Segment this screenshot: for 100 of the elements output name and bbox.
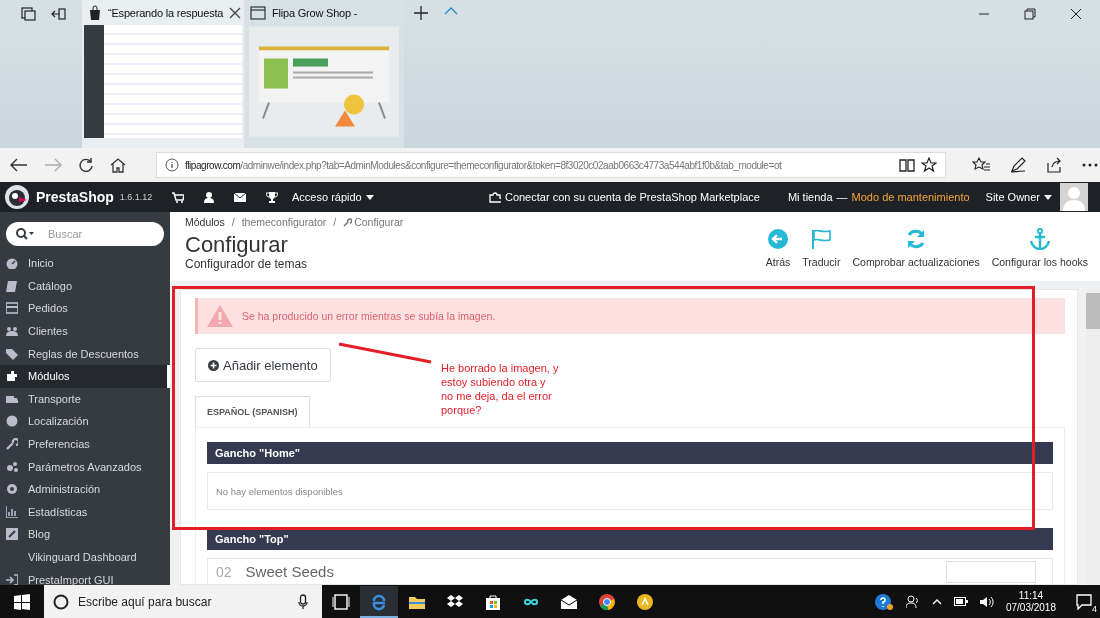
info-icon xyxy=(165,158,179,172)
user-menu[interactable]: Site Owner xyxy=(985,191,1052,203)
new-tab-icon[interactable] xyxy=(414,6,428,20)
sidebar-item[interactable]: Blog xyxy=(0,523,170,546)
sidebar-item[interactable]: Catálogo xyxy=(0,274,170,298)
alert-message: Se ha producido un error mientras se subía la imagen. xyxy=(242,310,496,322)
clock-time: 11:14 xyxy=(1018,589,1044,602)
sidebar-item[interactable]: Clientes xyxy=(0,319,170,343)
users-icon xyxy=(6,325,18,338)
tag-icon xyxy=(6,347,18,360)
microphone-icon xyxy=(298,594,308,610)
browser-e-icon[interactable] xyxy=(360,585,398,618)
windows-logo-icon[interactable] xyxy=(14,593,30,610)
speaker-icon[interactable] xyxy=(979,595,994,608)
trophy-icon[interactable] xyxy=(266,191,278,203)
sidebar-item[interactable]: Reglas de Descuentos xyxy=(0,342,170,365)
page-subtitle: Configurador de temas xyxy=(185,257,309,271)
item-number: 02 xyxy=(216,564,232,580)
sign-in-icon xyxy=(6,573,18,585)
share-icon[interactable] xyxy=(1046,157,1062,173)
edit-icon xyxy=(6,528,18,541)
version-label: 1.6.1.12 xyxy=(119,192,153,202)
address-bar[interactable]: flipagrow.com/adminwe/index.php?tab=AdminModules&configure=themeconfigurator&token=8f3020c02aab0663c4773a544abf1f0b&tab_module=ot xyxy=(156,152,946,178)
toolbar-button[interactable]: Atrás xyxy=(765,228,791,268)
sidebar-item[interactable]: Inicio xyxy=(0,252,170,275)
envelope-icon[interactable] xyxy=(234,192,246,202)
back-arrow-icon[interactable] xyxy=(10,158,28,172)
pen-icon[interactable] xyxy=(1010,157,1026,173)
breadcrumb-link[interactable]: Configurar xyxy=(343,216,404,228)
cart-icon[interactable] xyxy=(172,191,184,203)
url-text: flipagrow.com/adminwe/index.php?tab=AdminModules&configure=themeconfigurator&token=8f3020c02aab0663c4773a544abf1f0b&tab_module=ot xyxy=(185,159,783,171)
shop-name: Mi tienda xyxy=(787,191,833,203)
restore-icon[interactable] xyxy=(1024,8,1036,20)
quick-access-menu[interactable]: Acceso rápido xyxy=(292,191,374,203)
tab-back-icon[interactable] xyxy=(50,6,66,22)
close-icon[interactable] xyxy=(229,6,242,19)
language-tab[interactable]: ESPAÑOL (SPANISH) xyxy=(195,396,310,427)
sidebar-item[interactable]: Administración xyxy=(0,477,170,501)
notification-count: 4 xyxy=(1092,603,1097,614)
sidebar-item[interactable]: Vikinguard Dashboard xyxy=(0,545,170,569)
close-icon[interactable] xyxy=(1070,8,1082,20)
item-name: Sweet Seeds xyxy=(245,564,334,580)
gears-icon xyxy=(6,460,18,473)
plus-circle-icon xyxy=(208,359,219,371)
bar-chart-icon xyxy=(6,505,18,518)
toolbar-button[interactable]: Configurar los hooks xyxy=(991,228,1088,268)
chat-bubble-icon xyxy=(1076,593,1092,610)
clock[interactable]: 11:14 07/03/2018 xyxy=(1005,589,1056,614)
scrollbar[interactable] xyxy=(1086,289,1100,585)
toolbar-button[interactable]: Comprobar actualizaciones xyxy=(852,228,980,268)
page-title: Configurar xyxy=(185,233,289,257)
marketplace-link[interactable]: Conectar con su cuenta de PrestaShop Marketplace xyxy=(488,191,760,203)
taskbar-search-field[interactable]: Escribe aquí para buscar xyxy=(44,585,322,618)
logo-text: PrestaShop xyxy=(36,189,114,205)
hook-header: Gancho "Home" xyxy=(207,442,1053,464)
puzzle-icon xyxy=(488,191,501,203)
clock-date: 07/03/2018 xyxy=(1005,601,1056,614)
back-circle-icon xyxy=(767,228,790,250)
sidebar-item[interactable]: Localización xyxy=(0,410,170,433)
sidebar-item[interactable]: Parámetros Avanzados xyxy=(0,455,170,478)
window-icon xyxy=(250,5,266,20)
home-icon[interactable] xyxy=(110,157,126,173)
sidebar-item[interactable]: Estadísticas xyxy=(0,500,170,524)
sidebar-item[interactable]: PrestaImport GUI xyxy=(0,568,170,585)
favorites-icon[interactable] xyxy=(972,157,990,173)
wrench-icon xyxy=(343,217,353,227)
card-icon xyxy=(6,302,18,315)
toolbar-button[interactable]: Traducir xyxy=(802,228,841,268)
sidebar-item[interactable]: Transporte xyxy=(0,387,170,411)
tab-title: “Esperando la respuesta xyxy=(108,6,224,19)
hook-header: Gancho "Top" xyxy=(207,528,1053,550)
more-icon[interactable] xyxy=(1082,163,1098,167)
anchor-icon xyxy=(1028,228,1051,250)
sidebar-item[interactable]: Preferencias xyxy=(0,432,170,456)
sidebar-item[interactable]: Pedidos xyxy=(0,297,170,320)
user-icon[interactable] xyxy=(204,191,214,203)
breadcrumb-link[interactable]: Módulos xyxy=(185,216,225,228)
bag-icon xyxy=(88,4,102,21)
breadcrumb-separator: / xyxy=(231,216,235,228)
caret-icon xyxy=(365,194,374,200)
tab-title: Flipa Grow Shop - xyxy=(272,6,359,19)
star-icon[interactable] xyxy=(921,157,937,173)
battery-icon[interactable] xyxy=(953,597,968,606)
separator-dash: — xyxy=(836,191,848,203)
sidebar-item[interactable]: Módulos xyxy=(0,364,170,388)
annotation-note: He borrado la imagen, y estoy subiendo otra y no me deja, da el error porque? xyxy=(441,361,559,417)
refresh-icon[interactable] xyxy=(78,157,94,173)
flag-icon xyxy=(810,228,833,250)
browser-tab[interactable]: “Esperando la respuesta xyxy=(82,0,244,148)
add-element-button[interactable]: Añadir elemento xyxy=(195,348,331,382)
puzzle-icon xyxy=(6,370,18,383)
breadcrumb-link[interactable]: themeconfigurator xyxy=(241,216,327,228)
help-badge-icon[interactable] xyxy=(873,592,894,611)
maintenance-mode-link[interactable]: Modo de mantenimiento xyxy=(851,191,970,203)
dashboard-icon xyxy=(6,257,18,270)
puffin-logo-icon xyxy=(4,184,30,210)
people-icon[interactable] xyxy=(905,594,920,609)
wrench-icon xyxy=(6,438,18,451)
tabs-aside-icon[interactable] xyxy=(20,6,36,22)
search-field[interactable]: Buscar xyxy=(6,222,164,246)
